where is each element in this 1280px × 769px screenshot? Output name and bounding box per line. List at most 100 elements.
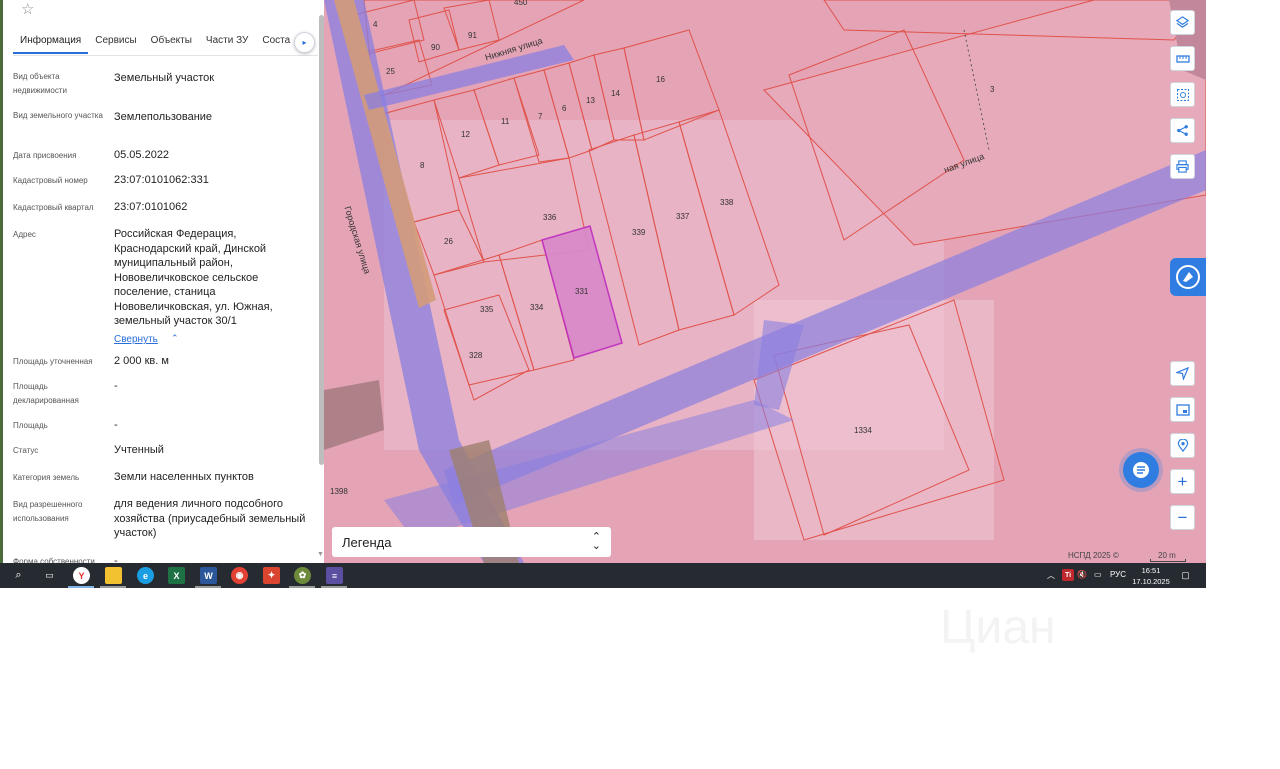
legend-dropdown[interactable]: Легенда ⌃ ⌄ (332, 527, 611, 557)
parcel-label[interactable]: 1334 (854, 426, 872, 435)
parcel-label[interactable]: 16 (656, 75, 665, 84)
parcel-label[interactable]: 14 (611, 89, 620, 98)
detail-label: Адрес (13, 230, 36, 239)
parcel-label[interactable]: 331 (575, 287, 588, 296)
minimap-icon (1175, 403, 1190, 416)
map-canvas[interactable] (324, 0, 1206, 563)
detail-label: Вид земельного участка (13, 111, 103, 120)
detail-value: Российская Федерация, Краснодарский край… (114, 228, 273, 327)
parcel-label[interactable]: 338 (720, 198, 733, 207)
assistant-button[interactable] (1170, 258, 1206, 296)
favorite-star-icon[interactable]: ☆ (21, 0, 34, 18)
navigation-arrow-icon (1176, 367, 1189, 380)
parcel-label[interactable]: 1398 (330, 487, 348, 496)
notifications-icon[interactable]: ▢ (1177, 567, 1194, 584)
cadastral-map[interactable]: 450 4 91 90 25 16 14 13 6 7 11 12 8 3 33… (324, 0, 1206, 563)
task-view-icon[interactable]: ▭ (41, 567, 58, 584)
clock[interactable]: 16:51 17.10.2025 (1129, 565, 1173, 587)
locate-me-button[interactable] (1170, 361, 1195, 386)
parcel-label[interactable]: 25 (386, 67, 395, 76)
tabs-scroll-right-button[interactable]: ▸ (294, 32, 315, 53)
edge-icon[interactable]: e (137, 567, 154, 584)
app-icon[interactable]: ✿ (294, 567, 311, 584)
clock-date: 17.10.2025 (1132, 577, 1170, 586)
chat-icon (1123, 452, 1159, 488)
detail-value: - (114, 555, 118, 563)
parcel-label[interactable]: 26 (444, 237, 453, 246)
tab-services[interactable]: Сервисы (88, 30, 143, 52)
parcel-label[interactable]: 339 (632, 228, 645, 237)
volume-muted-icon[interactable]: 🔇 (1077, 570, 1087, 579)
share-button[interactable] (1170, 118, 1195, 143)
network-icon[interactable]: ▭ (1094, 570, 1102, 579)
parcel-label[interactable]: 335 (480, 305, 493, 314)
ruler-icon (1175, 54, 1190, 63)
app-icon[interactable]: ≡ (326, 567, 343, 584)
parcel-label[interactable]: 337 (676, 212, 689, 221)
parcel-label[interactable]: 90 (431, 43, 440, 52)
area-select-button[interactable] (1170, 82, 1195, 107)
parcel-label[interactable]: 13 (586, 96, 595, 105)
detail-value: 23:07:0101062:331 (114, 174, 209, 186)
parcel-label[interactable]: 12 (461, 130, 470, 139)
parcel-label[interactable]: 3 (990, 85, 994, 94)
clock-time: 16:51 (1141, 566, 1161, 575)
chrome-icon[interactable]: ◉ (231, 567, 248, 584)
parcel-label[interactable]: 6 (562, 104, 566, 113)
minimap-button[interactable] (1170, 397, 1195, 422)
location-pin-icon (1177, 439, 1188, 452)
detail-label: Категория земель (13, 473, 80, 482)
parcel-label[interactable]: 328 (469, 351, 482, 360)
detail-value: 23:07:0101062 (114, 201, 188, 213)
collapse-link[interactable]: Свернуть (114, 334, 158, 345)
detail-label: Площадь (13, 421, 48, 430)
parcel-label[interactable]: 8 (420, 161, 424, 170)
app-indicator (289, 586, 315, 588)
windows-taskbar: ⌕ ▭ Y e X W ◉ ✦ ✿ ≡ ︿ Ti 🔇 ▭ РУС 16:51 1… (0, 563, 1206, 588)
file-explorer-icon[interactable] (105, 567, 122, 584)
detail-label: Дата присвоения (13, 151, 77, 160)
detail-label: Кадастровый квартал (13, 203, 94, 212)
tab-composition[interactable]: Соста (255, 30, 297, 52)
info-panel: ☆ Информация Сервисы Объекты Части ЗУ Соста … (0, 0, 324, 563)
chevron-up-icon[interactable]: ⌃ (171, 333, 179, 344)
legend-label: Легенда (342, 534, 392, 550)
parcel-label[interactable]: 11 (501, 117, 509, 126)
location-pin-button[interactable] (1170, 433, 1195, 458)
app-icon[interactable]: ✦ (263, 567, 280, 584)
tray-app-icon[interactable]: Ti (1062, 569, 1074, 581)
watermark-logo: Циан (940, 601, 1056, 654)
tab-objects[interactable]: Объекты (144, 30, 199, 52)
word-icon[interactable]: W (200, 567, 217, 584)
language-indicator[interactable]: РУС (1110, 570, 1126, 579)
detail-value: Учтенный (114, 444, 164, 456)
app-indicator (195, 586, 221, 588)
panel-scrollbar[interactable] (319, 15, 324, 465)
parcel-label[interactable]: 91 (468, 31, 477, 40)
assistant-logo-icon (1176, 265, 1200, 289)
zoom-in-button[interactable]: + (1170, 469, 1195, 494)
parcel-label[interactable]: 334 (530, 303, 543, 312)
detail-label: Площадь уточненная (13, 357, 93, 366)
zoom-out-button[interactable]: − (1170, 505, 1195, 530)
parcel-label[interactable]: 336 (543, 213, 556, 222)
yandex-browser-icon[interactable]: Y (73, 567, 90, 584)
excel-icon[interactable]: X (168, 567, 185, 584)
active-app-indicator (68, 586, 94, 588)
search-icon[interactable]: ⌕ (10, 567, 27, 584)
tab-information[interactable]: Информация (13, 30, 89, 54)
panel-tabs: Информация Сервисы Объекты Части ЗУ Соста (13, 30, 318, 56)
parcel-label[interactable]: 450 (514, 0, 527, 7)
chat-button[interactable] (1116, 448, 1166, 492)
ruler-button[interactable] (1170, 46, 1195, 71)
print-button[interactable] (1170, 154, 1195, 179)
parcel-label[interactable]: 7 (538, 112, 542, 121)
printer-icon (1176, 160, 1189, 173)
scroll-down-arrow-icon[interactable]: ▼ (317, 551, 324, 558)
detail-value: для ведения личного подсобного хозяйства… (114, 498, 306, 539)
tray-expand-icon[interactable]: ︿ (1047, 570, 1055, 581)
detail-label: Статус (13, 446, 39, 455)
parcel-label[interactable]: 4 (373, 20, 377, 29)
tab-parcel-parts[interactable]: Части ЗУ (199, 30, 255, 52)
layers-button[interactable] (1170, 10, 1195, 35)
